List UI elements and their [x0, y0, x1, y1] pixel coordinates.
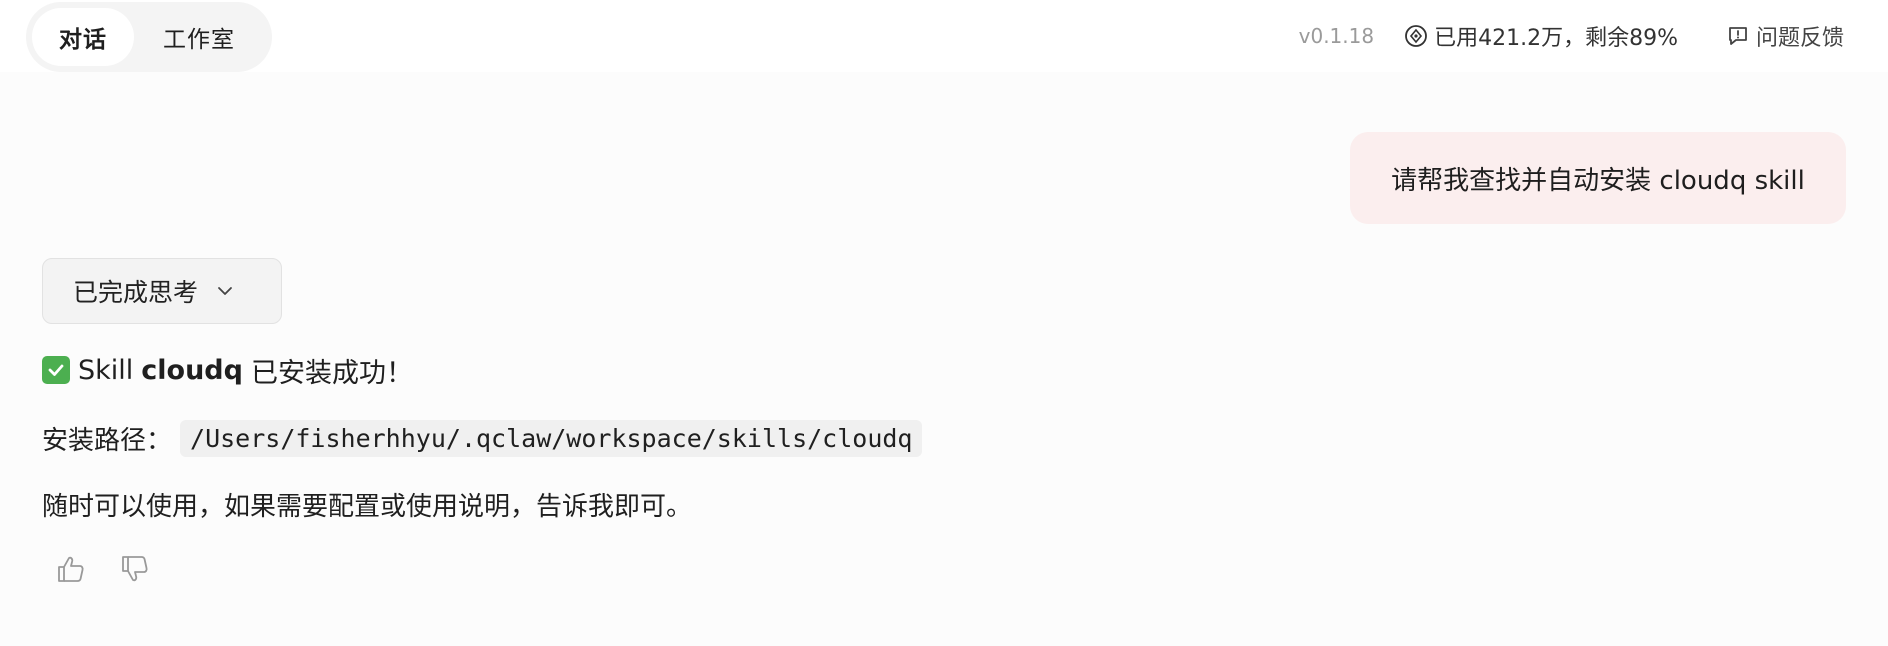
feedback-icon: [1729, 27, 1747, 45]
thinking-label: 已完成思考: [73, 278, 199, 307]
thumbs-up-icon: [58, 556, 84, 582]
dislike-button[interactable]: [118, 552, 152, 586]
user-message-bubble: 请帮我查找并自动安装 cloudq skill: [1350, 132, 1846, 224]
chevron-down-icon: [218, 287, 232, 295]
usage-text: 已用421.2万，剩余89%: [1434, 26, 1678, 51]
install-path-line: 安装路径： /Users/fisherhhyu/.qclaw/workspace…: [42, 416, 923, 460]
install-success-line: Skill cloudq 已安装成功！: [42, 350, 413, 390]
tab-chat[interactable]: 对话: [32, 8, 134, 66]
skill-name: cloudq: [141, 354, 243, 386]
install-path-label: 安装路径：: [42, 425, 173, 456]
install-path-code: /Users/fisherhhyu/.qclaw/workspace/skill…: [180, 419, 923, 457]
like-button[interactable]: [54, 552, 88, 586]
check-mark-icon: [42, 356, 70, 384]
header-right: v0.1.18 已用421.2万，剩余89% 问题反馈: [1299, 0, 1844, 72]
mode-tabs: 对话 工作室: [26, 2, 272, 72]
thinking-toggle[interactable]: 已完成思考: [42, 258, 282, 324]
closing-line: 随时可以使用，如果需要配置或使用说明，告诉我即可。: [42, 484, 692, 524]
message-reactions: [54, 552, 182, 586]
feedback-button[interactable]: 问题反馈: [1726, 20, 1844, 52]
usage-indicator[interactable]: 已用421.2万，剩余89%: [1404, 20, 1678, 52]
closing-text: 随时可以使用，如果需要配置或使用说明，告诉我即可。: [42, 491, 693, 522]
version-label: v0.1.18: [1298, 24, 1375, 48]
success-suffix: 已安装成功！: [250, 357, 413, 389]
tab-studio[interactable]: 工作室: [134, 8, 264, 66]
feedback-label: 问题反馈: [1755, 26, 1844, 51]
top-bar: 对话 工作室 v0.1.18 已用421.2万，剩余89% 问题反馈: [0, 0, 1888, 72]
quota-icon: [1405, 25, 1427, 47]
user-message-text: 请帮我查找并自动安装 cloudq skill: [1391, 165, 1805, 196]
success-prefix: Skill: [78, 354, 134, 386]
thumbs-down-icon: [122, 556, 148, 582]
